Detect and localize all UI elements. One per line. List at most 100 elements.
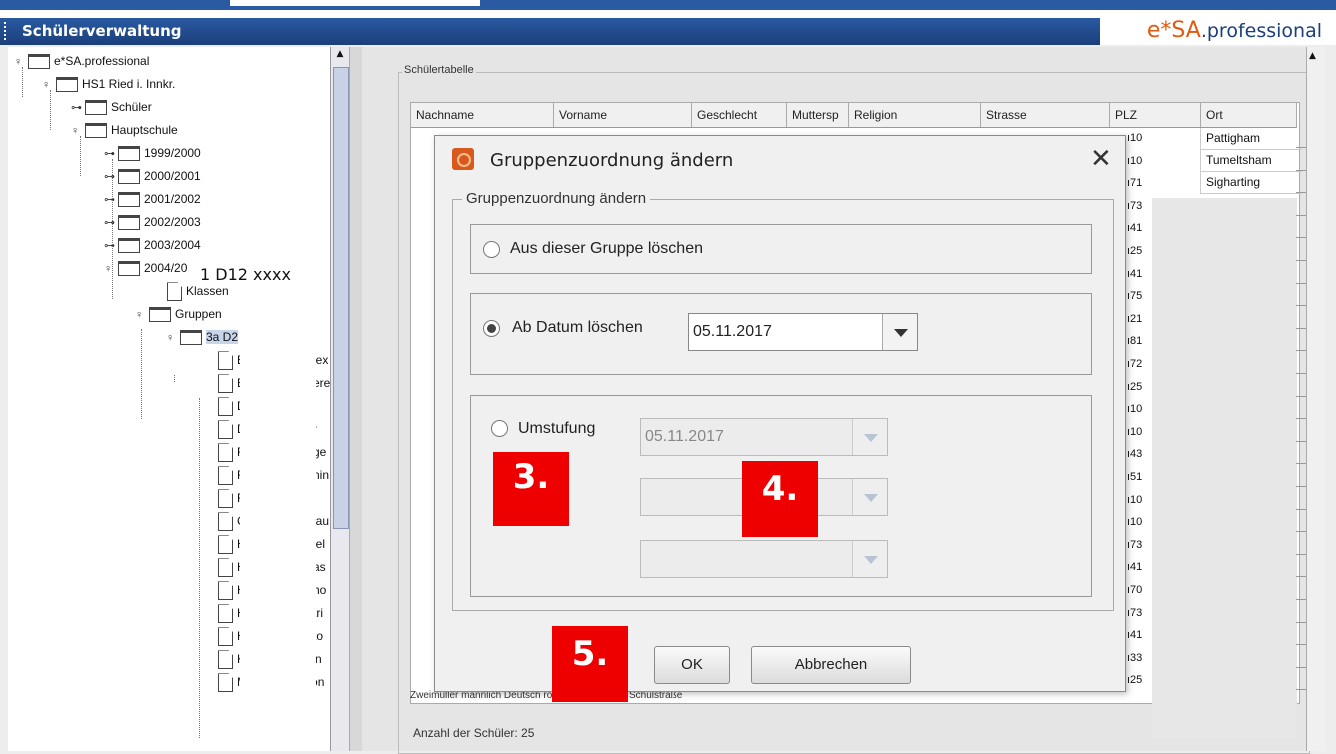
- step-marker-5: 5.: [552, 626, 628, 702]
- tree-folder-node[interactable]: ⊶ Schüler: [71, 96, 152, 118]
- tree-folder-node[interactable]: ♀ 3a D2: [166, 326, 239, 349]
- document-icon: [218, 558, 233, 578]
- close-icon[interactable]: ✕: [1090, 144, 1112, 174]
- plz-cell[interactable]: ı41: [1127, 217, 1177, 239]
- column-header[interactable]: Vorname: [554, 103, 692, 127]
- tree-node-label: 3a D2: [206, 330, 239, 344]
- collapsed-icon[interactable]: ⊶: [104, 143, 118, 165]
- app-icon: [452, 148, 474, 170]
- folder-icon: [85, 123, 107, 139]
- student-count: Anzahl der Schüler: 25: [413, 726, 535, 740]
- document-icon: [218, 420, 233, 440]
- tree-folder-node[interactable]: ⊶ 2001/2002: [104, 188, 201, 210]
- collapsed-icon[interactable]: ⊶: [71, 97, 85, 119]
- ort-cell[interactable]: Tumeltsham: [1200, 150, 1302, 172]
- radio-delete-from-date-label[interactable]: Ab Datum löschen: [512, 319, 643, 337]
- panel-splitter[interactable]: [349, 47, 363, 751]
- tree-leaf-node[interactable]: B: [204, 372, 245, 394]
- column-header[interactable]: Religion: [849, 103, 981, 127]
- plz-cell[interactable]: ı10: [1127, 511, 1177, 533]
- chevron-down-icon[interactable]: [882, 314, 917, 350]
- plz-cell[interactable]: ı10: [1127, 127, 1177, 149]
- tree-leaf-node[interactable]: F: [204, 441, 244, 463]
- column-header[interactable]: Strasse: [981, 103, 1110, 127]
- row-separator: [1296, 395, 1306, 397]
- plz-cell[interactable]: ı25: [1127, 376, 1177, 398]
- plz-cell[interactable]: ı33: [1127, 647, 1177, 669]
- radio-delete-from-group[interactable]: [483, 241, 500, 258]
- folder-icon: [118, 146, 140, 162]
- plz-cell[interactable]: ı10: [1127, 150, 1177, 172]
- plz-cell[interactable]: ı73: [1127, 195, 1177, 217]
- expanded-icon[interactable]: ♀: [42, 74, 56, 96]
- row-separator: [1296, 531, 1306, 533]
- plz-cell[interactable]: ı51: [1127, 466, 1177, 488]
- plz-cell[interactable]: ı41: [1127, 624, 1177, 646]
- cancel-button[interactable]: Abbrechen: [751, 646, 911, 684]
- expanded-icon[interactable]: ♀: [71, 120, 85, 142]
- column-header[interactable]: Muttersp: [787, 103, 849, 127]
- tree-folder-node[interactable]: ♀ e*SA.professional: [14, 50, 149, 72]
- plz-cell[interactable]: ı73: [1127, 602, 1177, 624]
- radio-delete-from-date[interactable]: [483, 320, 500, 337]
- ort-cell[interactable]: Sigharting: [1200, 172, 1302, 194]
- scroll-up-icon[interactable]: ▲: [333, 49, 347, 63]
- column-header[interactable]: Geschlecht: [692, 103, 787, 127]
- tree-leaf-node[interactable]: F: [204, 487, 244, 509]
- tree-leaf-node[interactable]: F: [204, 464, 244, 486]
- tree-scrollbar[interactable]: ▲: [330, 47, 349, 751]
- main-scrollbar[interactable]: ▲: [1306, 47, 1325, 751]
- tree-folder-node[interactable]: ⊶ 2002/2003: [104, 211, 201, 233]
- plz-cell[interactable]: ı41: [1127, 263, 1177, 285]
- collapsed-icon[interactable]: ⊶: [104, 235, 118, 257]
- column-header[interactable]: PLZ: [1110, 103, 1201, 127]
- collapsed-icon[interactable]: ⊶: [104, 212, 118, 234]
- tree-folder-node[interactable]: ⊶ 1999/2000: [104, 142, 201, 164]
- plz-cell[interactable]: ı25: [1127, 669, 1177, 691]
- column-header[interactable]: Nachname: [411, 103, 554, 127]
- row-separator: [1296, 350, 1306, 352]
- radio-delete-from-group-label[interactable]: Aus dieser Gruppe löschen: [510, 240, 703, 258]
- collapsed-icon[interactable]: ⊶: [104, 166, 118, 188]
- plz-cell[interactable]: ı81: [1127, 330, 1177, 352]
- row-separator: [1296, 689, 1306, 691]
- date-combo[interactable]: 05.11.2017: [688, 313, 918, 351]
- plz-cell[interactable]: ı72: [1127, 353, 1177, 375]
- tree-folder-node[interactable]: ♀ Hauptschule: [71, 119, 178, 141]
- tree-folder-node[interactable]: ⊶ 2000/2001: [104, 165, 201, 187]
- plz-cell[interactable]: ı71: [1127, 172, 1177, 194]
- tree-folder-node[interactable]: ♀ 2004/20: [104, 257, 187, 279]
- step-marker-3: 3.: [493, 452, 569, 526]
- document-icon: [218, 512, 233, 532]
- dialog-title: Gruppenzuordnung ändern: [490, 150, 734, 171]
- tree-folder-node[interactable]: ♀ Gruppen: [135, 303, 222, 325]
- expanded-icon[interactable]: ♀: [166, 327, 180, 349]
- collapsed-icon[interactable]: ⊶: [104, 189, 118, 211]
- radio-regrade[interactable]: [491, 420, 508, 437]
- plz-cell[interactable]: ı43: [1127, 443, 1177, 465]
- plz-cell[interactable]: ı21: [1127, 308, 1177, 330]
- tree-folder-node[interactable]: ♀ HS1 Ried i. Innkr.: [42, 73, 175, 95]
- scroll-up-icon[interactable]: ▲: [1309, 51, 1316, 61]
- expanded-icon[interactable]: ♀: [14, 51, 28, 73]
- plz-cell[interactable]: ı70: [1127, 579, 1177, 601]
- plz-cell[interactable]: ı75: [1127, 285, 1177, 307]
- column-header[interactable]: Ort: [1201, 103, 1297, 127]
- plz-cell[interactable]: ı10: [1127, 489, 1177, 511]
- scroll-thumb[interactable]: [333, 67, 349, 529]
- row-separator: [1296, 282, 1306, 284]
- expanded-icon[interactable]: ♀: [104, 258, 118, 280]
- plz-cell[interactable]: ı10: [1127, 398, 1177, 420]
- plz-cell[interactable]: ı25: [1127, 240, 1177, 262]
- plz-cell[interactable]: ı41: [1127, 556, 1177, 578]
- tree-leaf-node[interactable]: B: [204, 349, 245, 371]
- expanded-icon[interactable]: ♀: [135, 304, 149, 326]
- ok-button[interactable]: OK: [654, 646, 730, 684]
- plz-cell[interactable]: ı73: [1127, 534, 1177, 556]
- tree-node-label: e*SA.professional: [54, 54, 150, 68]
- grip-handle[interactable]: [4, 22, 12, 40]
- radio-regrade-label[interactable]: Umstufung: [518, 420, 595, 438]
- ort-cell[interactable]: Pattigham: [1200, 128, 1302, 150]
- tree-folder-node[interactable]: ⊶ 2003/2004: [104, 234, 201, 256]
- plz-cell[interactable]: ı10: [1127, 421, 1177, 443]
